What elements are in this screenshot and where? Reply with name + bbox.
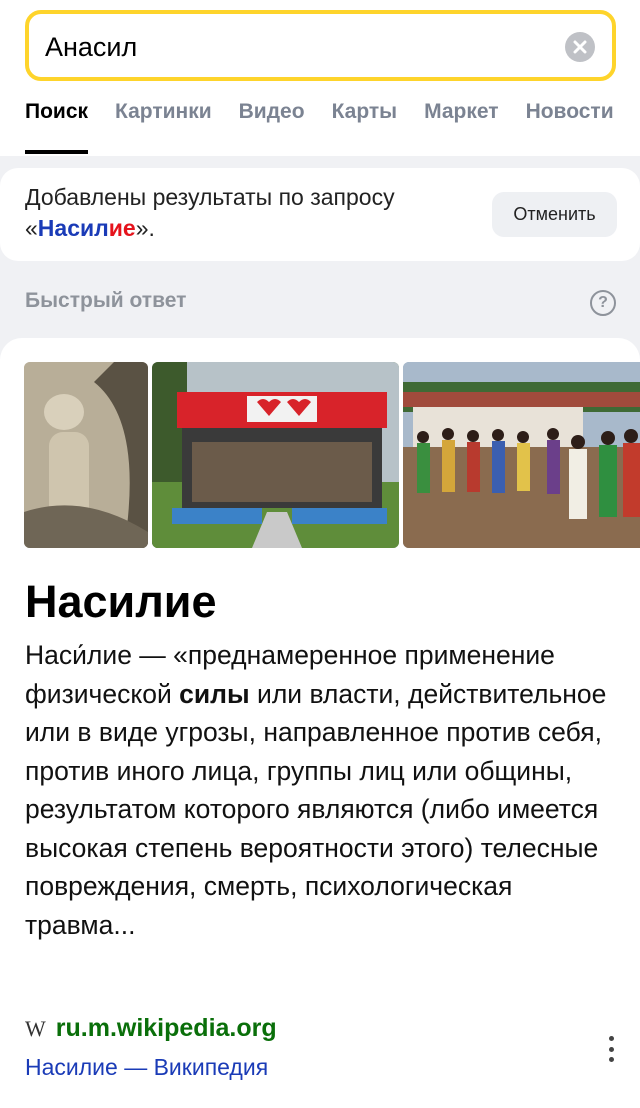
result-title[interactable]: Насилие <box>25 576 217 628</box>
search-input[interactable]: Анасил <box>25 10 616 81</box>
open-quote: « <box>25 215 38 241</box>
result-image-3[interactable] <box>403 362 640 548</box>
close-quote: ». <box>135 215 155 241</box>
source-domain[interactable]: ru.m.wikipedia.org <box>56 1014 277 1043</box>
tab-market[interactable]: Маркет <box>424 100 498 156</box>
tab-video[interactable]: Видео <box>239 100 305 156</box>
source-link[interactable]: Насилие — Википедия <box>25 1054 268 1081</box>
desc-bold: силы <box>179 678 250 709</box>
result-image-1[interactable] <box>24 362 148 548</box>
desc-part-2: или власти, действительное или в виде уг… <box>25 678 607 940</box>
search-tabs: Поиск Картинки Видео Карты Маркет Новост… <box>25 100 640 156</box>
more-options-icon[interactable] <box>608 1036 614 1062</box>
wikipedia-icon: W <box>25 1016 46 1041</box>
search-query-text[interactable]: Анасил <box>45 32 137 63</box>
quick-answer-label: Быстрый ответ <box>25 289 187 312</box>
quick-answer-card: Насилие Наси́лие — «преднамеренное приме… <box>0 338 640 1108</box>
cancel-button[interactable]: Отменить <box>492 192 617 237</box>
clear-icon[interactable] <box>565 32 595 62</box>
tab-images[interactable]: Картинки <box>115 100 212 156</box>
result-description: Наси́лие — «преднамеренное применение фи… <box>25 636 620 944</box>
source-line: W ru.m.wikipedia.org <box>25 1014 277 1043</box>
corrected-query-part2[interactable]: ие <box>109 215 136 241</box>
query-correction-notice: Добавлены результаты по запросу «Насилие… <box>0 168 640 261</box>
notice-prefix: Добавлены результаты по запросу <box>25 184 395 210</box>
notice-text: Добавлены результаты по запросу «Насилие… <box>25 182 395 244</box>
help-icon[interactable]: ? <box>590 290 616 316</box>
top-bar: Анасил Поиск Картинки Видео Карты Маркет… <box>0 0 640 156</box>
tab-news[interactable]: Новости <box>526 100 614 156</box>
tab-search[interactable]: Поиск <box>25 100 89 156</box>
tab-maps[interactable]: Карты <box>332 100 398 156</box>
result-image-2[interactable] <box>152 362 399 548</box>
corrected-query-part1[interactable]: Насил <box>38 215 109 241</box>
